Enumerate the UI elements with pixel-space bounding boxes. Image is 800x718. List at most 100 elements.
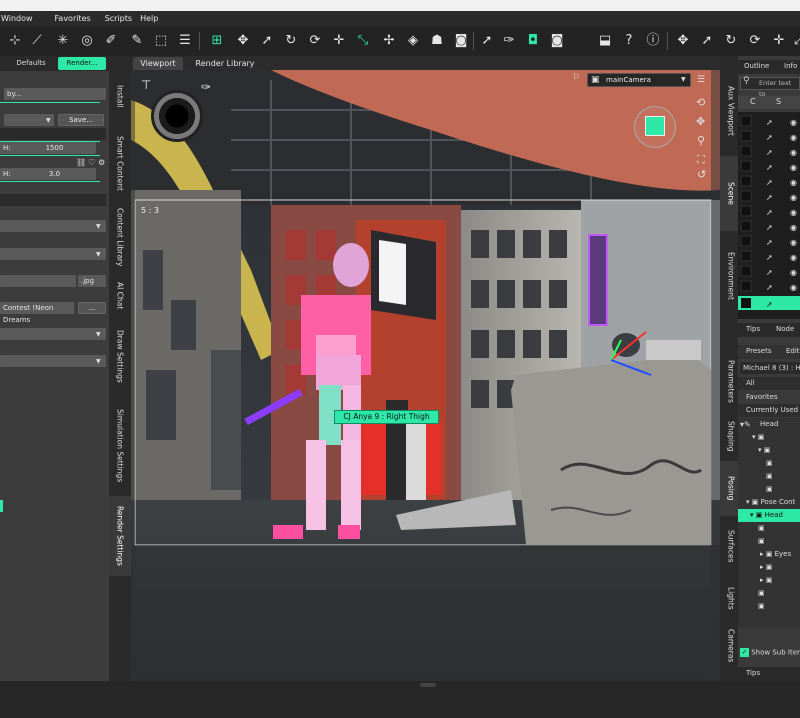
eyedropper-vp-icon[interactable]: ✑ — [201, 80, 211, 94]
pointer-icon[interactable]: ➚ — [258, 32, 276, 50]
filter-all[interactable]: All — [738, 377, 800, 390]
tab-render-library[interactable]: Render Library — [189, 57, 261, 70]
save-button[interactable]: Save... — [58, 114, 104, 126]
tab-render[interactable]: Render... — [58, 57, 106, 70]
link-icon[interactable]: ⛓ — [76, 158, 86, 167]
camera-options-icon[interactable]: ⚐ — [572, 73, 580, 83]
tab-render-settings[interactable]: Render Settings — [109, 496, 131, 576]
pan-camera-icon[interactable]: ✥ — [696, 115, 705, 128]
checkbox-checked-icon[interactable]: ✓ — [740, 648, 749, 657]
target-icon[interactable]: ◎ — [78, 32, 96, 50]
surface-icon[interactable]: ◈ — [404, 32, 422, 50]
dropdown-1[interactable] — [0, 220, 106, 232]
tree-head-selected[interactable]: ▾ ▣ Head — [738, 509, 800, 522]
brush-icon[interactable]: ✐ — [102, 32, 120, 50]
move-icon[interactable]: ✥ — [234, 32, 252, 50]
browse-button[interactable]: ... — [78, 302, 106, 314]
gear-icon[interactable]: ⚙ — [98, 158, 105, 167]
grid-select-icon[interactable]: ⊞ — [208, 32, 226, 50]
tab-node[interactable]: Node — [776, 325, 794, 333]
pointer2-icon[interactable]: ➚ — [478, 32, 496, 50]
tab-outline[interactable]: Outline — [744, 62, 769, 70]
tab-tips-bottom[interactable]: Tips — [746, 669, 760, 677]
menu-window[interactable]: Window — [1, 14, 33, 23]
pen-icon[interactable]: ✎ — [128, 32, 146, 50]
frame-camera-icon[interactable]: ⛶ — [697, 153, 705, 167]
move2-icon[interactable]: ✥ — [674, 32, 692, 50]
camera-selector[interactable]: mainCamera — [587, 73, 691, 87]
help-icon[interactable]: ⓘ — [644, 32, 662, 50]
ds-icon[interactable]: ⬓ — [596, 32, 614, 50]
tree-pose-controls[interactable]: ▾ ▣ Pose Cont — [738, 496, 800, 509]
filename-field[interactable] — [0, 275, 76, 287]
camera-icon[interactable]: ◙ — [548, 32, 566, 50]
tree-node[interactable]: ▾ ▣ — [738, 444, 800, 457]
filter-currently-used[interactable]: Currently Used — [738, 404, 800, 417]
eyedropper-icon[interactable]: ✑ — [500, 32, 518, 50]
reset-camera-icon[interactable]: ↺ — [697, 168, 706, 181]
tab-ai-chat[interactable]: AI Chat — [109, 276, 131, 316]
tab-info[interactable]: Info — [784, 62, 797, 70]
universal-tool-icon[interactable]: ⊹ — [6, 32, 24, 50]
tab-simulation-settings[interactable]: Simulation Settings — [109, 396, 131, 496]
width-input[interactable]: 1500 — [10, 142, 96, 154]
viewport-menu-icon[interactable]: ☰ — [697, 75, 705, 85]
tree-eyes[interactable]: ▸ ▣ Eyes — [738, 548, 800, 561]
viewport-3d[interactable]: ⊤ ✑ 5 : 3 ⟲ ✥ ⚲ ⛶ ↺ — [131, 70, 720, 681]
resize-handle[interactable] — [420, 683, 436, 687]
pose-tree[interactable]: Head ▾✎ ▾ ▣ ▾ ▣ ▣ ▣ ▣ ▾ ▣ Pose Cont ▾ ▣ … — [738, 418, 800, 628]
tab-tips[interactable]: Tips — [746, 325, 760, 333]
col-s[interactable]: S — [776, 97, 781, 106]
tree-node[interactable]: ▣ — [738, 483, 800, 496]
tab-content-library[interactable]: Content Library — [109, 201, 131, 273]
scene-list[interactable]: ➚ ➚ ➚ ➚ ➚ ➚ ➚ ➚ ➚ ➚ ➚ ➚ ◉ ◉ ◉ ◉ ◉ ◉ ◉ ◉ ◉ ◉ ◉ ◉ ➚ — [738, 112, 800, 319]
view-cube-face[interactable] — [645, 116, 665, 136]
camera-tool-icon[interactable]: ◙ — [452, 32, 470, 50]
tab-install[interactable]: Install — [109, 66, 131, 126]
rotate-icon[interactable]: ↻ — [282, 32, 300, 50]
dropdown-3[interactable] — [0, 328, 106, 340]
tree-node[interactable]: ▣ — [738, 600, 800, 613]
orbit-camera-icon[interactable]: ⟲ — [696, 96, 705, 109]
render-icon[interactable]: ◘ — [524, 32, 542, 50]
camera-rotate-gizmo[interactable] — [151, 90, 203, 142]
tree-node[interactable]: ▣ — [738, 522, 800, 535]
axis-icon[interactable]: ⊤ — [141, 78, 151, 92]
wand-icon[interactable]: ⟋ — [28, 32, 46, 50]
translate2-icon[interactable]: ✛ — [770, 32, 788, 50]
rotate2-icon[interactable]: ↻ — [722, 32, 740, 50]
figure-icon[interactable]: ☗ — [428, 32, 446, 50]
scale-icon[interactable]: ⤢ — [790, 32, 800, 50]
heart-icon[interactable]: ♡ — [88, 158, 95, 167]
pointer3-icon[interactable]: ➚ — [698, 32, 716, 50]
tab-smart-content[interactable]: Smart Content — [109, 128, 131, 198]
pose-icon[interactable]: ⤡ — [354, 32, 372, 50]
menu-help[interactable]: Help — [140, 14, 158, 23]
path-field[interactable]: Contest !Neon Dreams — [0, 302, 74, 324]
col-c[interactable]: C — [750, 97, 756, 106]
help-query-icon[interactable]: ? — [620, 32, 638, 50]
dropdown-2[interactable] — [0, 248, 106, 260]
tree-node[interactable]: ▣ — [738, 470, 800, 483]
translate-icon[interactable]: ✛ — [330, 32, 348, 50]
joint-icon[interactable]: ✢ — [380, 32, 398, 50]
tree-node[interactable]: ▸ ▣ — [738, 574, 800, 587]
tab-defaults[interactable]: Defaults — [8, 57, 54, 70]
tree-node[interactable]: ▣ — [738, 457, 800, 470]
author-field[interactable]: by... — [4, 88, 106, 100]
node-select-icon[interactable]: ⬚ — [152, 32, 170, 50]
menu-favorites[interactable]: Favorites — [55, 14, 91, 23]
tree-node[interactable]: ▾ ▣ — [738, 431, 800, 444]
tree-node[interactable]: ▣ — [738, 587, 800, 600]
show-sub-items[interactable]: ✓ Show Sub Item — [740, 648, 800, 660]
menu-scripts[interactable]: Scripts — [105, 14, 132, 23]
orbit2-icon[interactable]: ⟳ — [746, 32, 764, 50]
tab-edit[interactable]: Edit — [786, 347, 800, 355]
filter-favorites[interactable]: Favorites — [738, 391, 800, 404]
scroll-indicator[interactable] — [0, 500, 3, 512]
tab-draw-settings[interactable]: Draw Settings — [109, 318, 131, 394]
tree-node[interactable]: ▸ ▣ — [738, 561, 800, 574]
format-select[interactable]: .jpg — [78, 275, 106, 287]
zoom-camera-icon[interactable]: ⚲ — [697, 134, 705, 147]
dropdown-4[interactable] — [0, 355, 106, 367]
